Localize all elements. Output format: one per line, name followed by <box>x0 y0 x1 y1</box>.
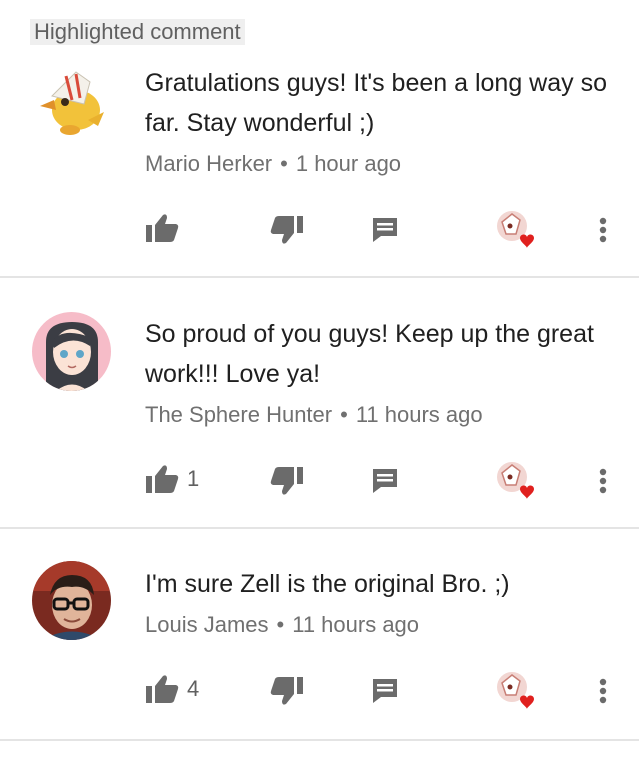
comment-text: Gratulations guys! It's been a long way … <box>145 69 607 137</box>
comment-actions: 4 <box>0 669 639 709</box>
comment-time: 1 hour ago <box>295 151 402 176</box>
comment-text: So proud of you guys! Keep up the great … <box>145 320 594 388</box>
comment-time: 11 hours ago <box>292 612 420 637</box>
more-icon <box>599 217 607 243</box>
meta-separator: • <box>276 612 285 637</box>
like-button[interactable] <box>142 208 182 248</box>
like-icon <box>146 214 179 242</box>
dislike-button[interactable] <box>267 210 307 250</box>
creator-heart-button[interactable] <box>494 669 538 713</box>
dislike-icon <box>270 216 303 244</box>
author-name[interactable]: Louis James <box>145 612 269 637</box>
comment-meta: The Sphere Hunter • 11 hours ago <box>145 402 483 428</box>
more-options-button[interactable] <box>590 210 616 250</box>
comment-meta: Louis James • 11 hours ago <box>145 612 419 638</box>
like-count: 1 <box>187 466 200 491</box>
creator-heart-button[interactable] <box>494 208 538 252</box>
comment-1: Gratulations guys! It's been a long way … <box>0 0 639 278</box>
dislike-icon <box>270 677 303 705</box>
creator-heart-icon <box>497 462 534 499</box>
like-button[interactable] <box>142 459 182 499</box>
comment-3: I'm sure Zell is the original Bro. ;) Lo… <box>0 529 639 741</box>
dislike-button[interactable] <box>267 671 307 711</box>
comment-text: I'm sure Zell is the original Bro. ;) <box>145 570 510 598</box>
dislike-icon <box>270 467 303 495</box>
dislike-button[interactable] <box>267 461 307 501</box>
anime-girl-avatar-image <box>32 312 111 391</box>
avatar-the-sphere-hunter[interactable] <box>32 312 111 391</box>
comment-actions: 1 <box>0 459 639 499</box>
reply-button[interactable] <box>365 461 405 501</box>
comment-meta: Mario Herker • 1 hour ago <box>145 151 401 177</box>
reply-button[interactable] <box>365 210 405 250</box>
like-icon <box>146 465 179 493</box>
avatar-mario-herker[interactable] <box>32 60 111 139</box>
divider <box>0 739 639 741</box>
more-options-button[interactable] <box>590 671 616 711</box>
man-with-glasses-avatar-image <box>32 561 111 640</box>
chocobo-avatar-image <box>32 60 111 139</box>
reply-icon <box>373 218 397 242</box>
avatar-louis-james[interactable] <box>32 561 111 640</box>
comment-2: So proud of you guys! Keep up the great … <box>0 278 639 528</box>
like-icon <box>146 675 179 703</box>
reply-icon <box>373 679 397 703</box>
comment-time: 11 hours ago <box>355 402 483 427</box>
author-name[interactable]: Mario Herker <box>145 151 272 176</box>
like-count: 4 <box>187 676 200 701</box>
creator-heart-button[interactable] <box>494 459 538 503</box>
comment-actions <box>0 208 639 248</box>
like-button[interactable] <box>142 669 182 709</box>
meta-separator: • <box>280 151 288 176</box>
creator-heart-icon <box>497 672 534 709</box>
author-name[interactable]: The Sphere Hunter <box>145 402 332 427</box>
reply-button[interactable] <box>365 671 405 711</box>
reply-icon <box>373 469 397 493</box>
more-icon <box>599 468 607 494</box>
meta-separator: • <box>340 402 348 427</box>
more-options-button[interactable] <box>590 461 616 501</box>
creator-heart-icon <box>497 211 534 248</box>
more-icon <box>599 678 607 704</box>
